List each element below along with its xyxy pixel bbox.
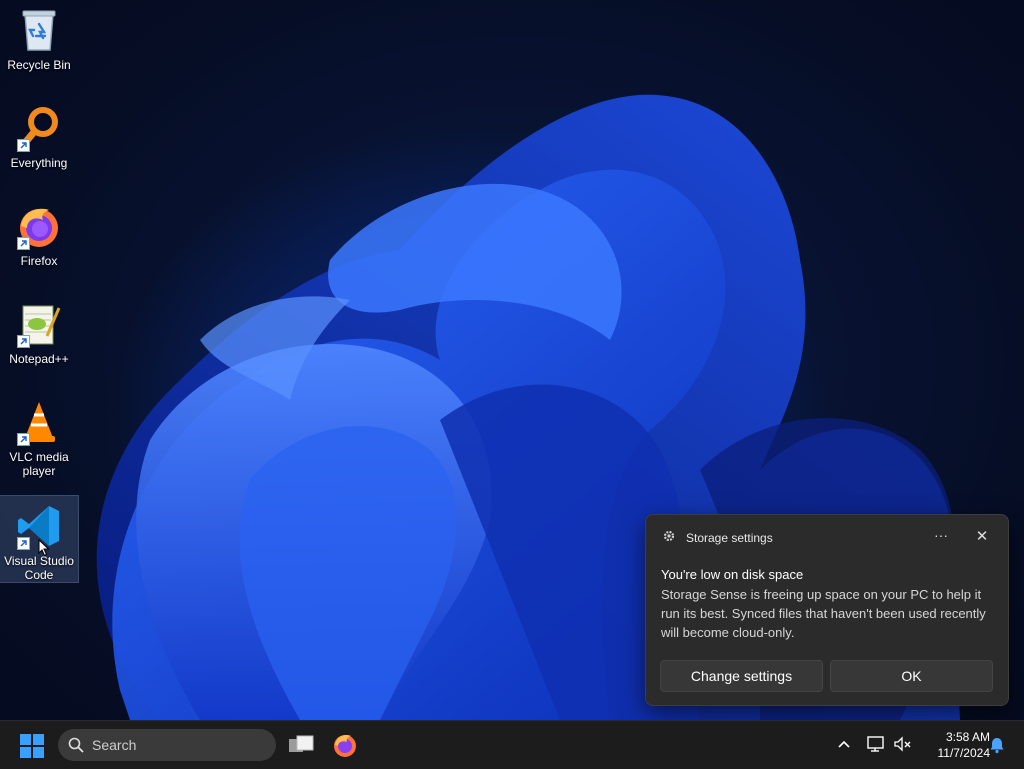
- clock-time: 3:58 AM: [945, 730, 990, 744]
- recycle-bin-icon: [15, 6, 63, 54]
- shortcut-arrow-icon: [17, 139, 30, 152]
- desktop-icon-label: Firefox: [20, 254, 58, 268]
- taskbar: Search 3:58 AM 11/7/2024: [0, 720, 1024, 769]
- vlc-icon: [15, 398, 63, 446]
- search-placeholder: Search: [92, 737, 137, 753]
- show-hidden-icons-button[interactable]: [836, 735, 852, 753]
- task-view-icon: [289, 735, 314, 752]
- mouse-cursor-icon: [38, 539, 50, 557]
- shortcut-arrow-icon: [17, 433, 30, 446]
- change-settings-button[interactable]: Change settings: [660, 660, 823, 692]
- desktop-icon-firefox[interactable]: Firefox: [0, 196, 78, 282]
- desktop-icon-label: Recycle Bin: [7, 58, 71, 72]
- notifications-button[interactable]: [988, 736, 1006, 754]
- notepad-plus-plus-icon: [15, 300, 63, 348]
- desktop-icon-label: VLC media player: [9, 450, 69, 478]
- volume-button[interactable]: [893, 735, 913, 753]
- desktop-icon-vlc[interactable]: VLC media player: [0, 392, 78, 478]
- clock-date: 11/7/2024: [937, 746, 991, 760]
- network-icon: [867, 736, 884, 752]
- firefox-icon: [334, 735, 356, 757]
- desktop-icon-label: Everything: [10, 156, 68, 170]
- search-icon: [68, 737, 84, 753]
- toast-body: Storage Sense is freeing up space on you…: [661, 587, 986, 640]
- bell-icon: [990, 738, 1004, 754]
- firefox-icon: [15, 202, 63, 250]
- everything-search-icon: [15, 104, 63, 152]
- ok-button[interactable]: OK: [830, 660, 993, 692]
- chevron-up-icon: [838, 740, 850, 748]
- shortcut-arrow-icon: [17, 237, 30, 250]
- shortcut-arrow-icon: [17, 335, 30, 348]
- desktop: Recycle Bin Everything Firefox Notepad++…: [0, 0, 1024, 720]
- desktop-icon-label: Visual Studio Code: [4, 554, 74, 582]
- network-button[interactable]: [866, 735, 886, 753]
- desktop-icon-notepad-plus-plus[interactable]: Notepad++: [0, 294, 78, 380]
- toast-header: Storage settings: [662, 529, 773, 546]
- shortcut-arrow-icon: [17, 537, 30, 550]
- desktop-icon-label: Notepad++: [9, 352, 69, 366]
- volume-muted-icon: [894, 736, 911, 752]
- taskbar-search-box[interactable]: Search: [58, 729, 276, 761]
- clock[interactable]: 3:58 AM 11/7/2024: [918, 729, 991, 761]
- storage-notification-toast: Storage settings ··· ✕ You're low on dis…: [645, 514, 1009, 706]
- start-button[interactable]: [20, 734, 44, 758]
- desktop-icon-recycle-bin[interactable]: Recycle Bin: [0, 0, 78, 86]
- desktop-icon-everything[interactable]: Everything: [0, 98, 78, 184]
- taskbar-firefox-button[interactable]: [332, 732, 358, 758]
- close-button[interactable]: ✕: [972, 527, 992, 545]
- windows-logo-icon: [20, 734, 44, 758]
- toast-title: You're low on disk space: [661, 567, 804, 582]
- toast-app-name: Storage settings: [686, 530, 773, 545]
- gear-icon: [662, 529, 676, 546]
- task-view-button[interactable]: [288, 733, 314, 757]
- more-options-button[interactable]: ···: [931, 527, 951, 545]
